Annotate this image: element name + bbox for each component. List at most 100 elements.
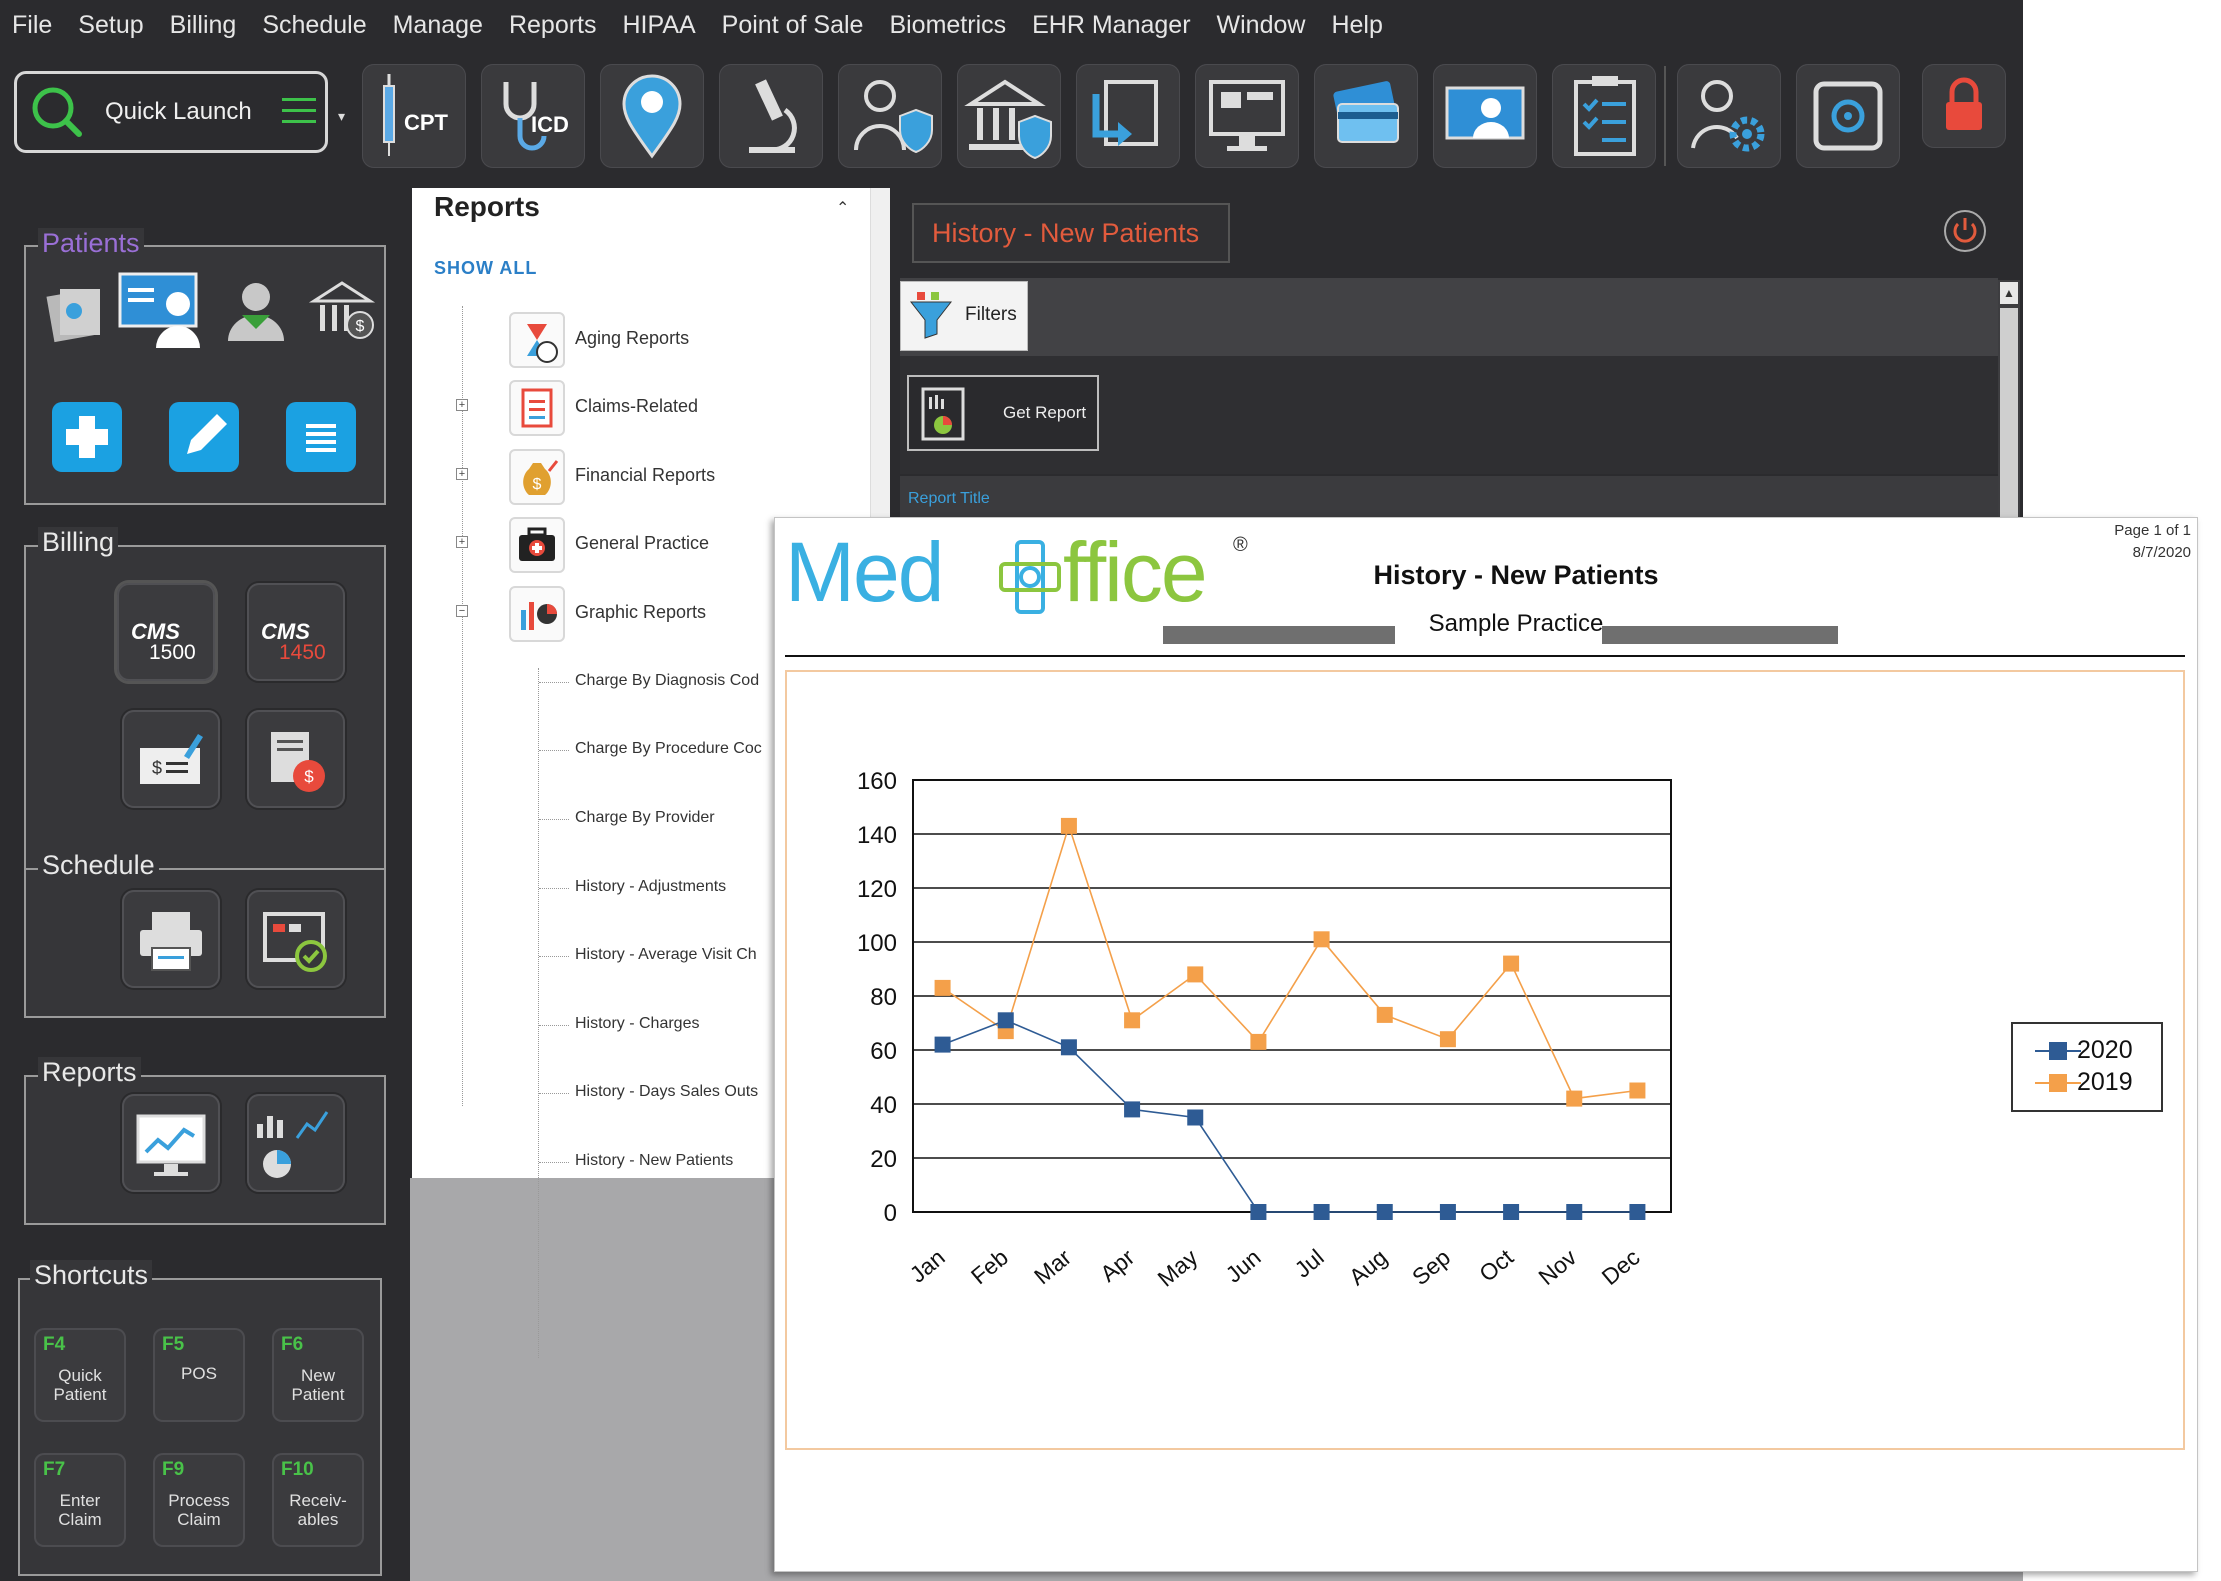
appointment-confirm-button[interactable]	[247, 890, 345, 988]
payment-cards-button[interactable]	[1314, 64, 1418, 168]
tree-leaf[interactable]: History - Charges	[575, 1015, 699, 1033]
y-tick-label: 160	[857, 768, 897, 795]
patient-billing-icon[interactable]: $	[308, 275, 378, 345]
data-point-2020	[997, 1012, 1014, 1029]
shortcut-process-claim[interactable]: F9 Process Claim	[153, 1453, 245, 1547]
dropdown-caret-icon[interactable]: ▾	[338, 108, 345, 125]
tree-leaf[interactable]: Charge By Provider	[575, 809, 715, 827]
tree-leaf[interactable]: Charge By Diagnosis Cod	[575, 672, 759, 690]
quick-launch-button[interactable]: Quick Launch	[14, 71, 328, 153]
x-tick-label: Sep	[1407, 1244, 1455, 1290]
billing-settings-button[interactable]: $	[247, 710, 345, 808]
monitor-dashboard-button[interactable]	[1195, 64, 1299, 168]
get-report-button[interactable]: Get Report	[907, 375, 1099, 451]
collapse-icon[interactable]: ⌃	[836, 198, 849, 218]
monitor-chart-icon	[136, 1114, 206, 1176]
patient-profile-icon[interactable]	[222, 275, 290, 345]
provider-card-button[interactable]	[1433, 64, 1537, 168]
y-tick-label: 0	[884, 1200, 897, 1227]
patient-card-button[interactable]	[116, 270, 212, 348]
security-user-button[interactable]	[838, 64, 942, 168]
tree-item-general-practice[interactable]: General Practice	[575, 533, 709, 554]
shortcut-quick-patient[interactable]: F4 Quick Patient	[34, 1328, 126, 1422]
x-tick-label: Apr	[1095, 1244, 1139, 1287]
power-icon[interactable]	[1942, 208, 1988, 254]
collapse-node-icon[interactable]: −	[456, 605, 468, 617]
menu-billing[interactable]: Billing	[157, 11, 250, 40]
tree-item-graphic-reports[interactable]: Graphic Reports	[575, 602, 706, 623]
vault-button[interactable]	[1796, 64, 1900, 168]
x-tick-label: Nov	[1533, 1244, 1581, 1291]
menu-schedule[interactable]: Schedule	[249, 11, 379, 40]
shortcut-label: New Patient	[291, 1366, 345, 1404]
filters-button[interactable]: Filters	[900, 281, 1028, 351]
menu-ehr-manager[interactable]: EHR Manager	[1019, 11, 1203, 40]
scroll-up-icon[interactable]: ▲	[2000, 282, 2018, 304]
patient-documents-icon[interactable]	[40, 275, 110, 345]
tree-leaf[interactable]: History - Days Sales Outs	[575, 1083, 758, 1101]
show-all-link[interactable]: SHOW ALL	[434, 258, 537, 279]
tree-leaf[interactable]: Charge By Procedure Coc	[575, 740, 762, 758]
report-title: History - New Patients	[1373, 560, 1659, 590]
shortcut-new-patient[interactable]: F6 New Patient	[272, 1328, 364, 1422]
svg-text:$: $	[152, 758, 162, 778]
shortcut-receivables[interactable]: F10 Receiv-ables	[272, 1453, 364, 1547]
menu-window[interactable]: Window	[1204, 11, 1319, 40]
filters-label: Filters	[965, 304, 1017, 325]
menu-bar: File Setup Billing Schedule Manage Repor…	[0, 0, 2023, 50]
menu-manage[interactable]: Manage	[380, 11, 496, 40]
tree-item-claims-related[interactable]: Claims-Related	[575, 396, 698, 417]
menu-reports[interactable]: Reports	[496, 11, 610, 40]
user-settings-button[interactable]	[1677, 64, 1781, 168]
icd-button[interactable]: ICD	[481, 64, 585, 168]
cms1450-label: 1450	[279, 641, 326, 664]
tree-item-aging-reports[interactable]: Aging Reports	[575, 328, 689, 349]
print-schedule-button[interactable]	[122, 890, 220, 988]
shortcuts-group-label: Shortcuts	[30, 1260, 153, 1291]
cpt-button[interactable]: CPT	[362, 64, 466, 168]
legend-swatch	[2049, 1042, 2067, 1060]
shortcut-key: F5	[162, 1334, 185, 1355]
patients-group-label: Patients	[38, 228, 144, 259]
x-tick-label: Jun	[1221, 1244, 1266, 1288]
shortcut-pos[interactable]: F5 POS	[153, 1328, 245, 1422]
expand-icon[interactable]: +	[456, 399, 468, 411]
pencil-icon	[187, 414, 227, 454]
cms1500-button[interactable]: CMS 1500	[117, 583, 215, 681]
tree-leaf[interactable]: History - Adjustments	[575, 878, 726, 896]
edit-patient-button[interactable]	[169, 402, 239, 472]
tree-guide-line-sub	[538, 668, 540, 1358]
cms1450-button[interactable]: CMS 1450	[247, 583, 345, 681]
graphic-reports-button[interactable]	[247, 1094, 345, 1192]
data-point-2020	[1376, 1204, 1393, 1220]
tree-leaf[interactable]: History - Average Visit Ch	[575, 946, 757, 964]
menu-setup[interactable]: Setup	[65, 11, 156, 40]
x-tick-label: Dec	[1597, 1244, 1645, 1290]
shortcut-key: F6	[281, 1334, 304, 1355]
patient-card-icon	[118, 272, 200, 348]
shortcut-enter-claim[interactable]: F7 Enter Claim	[34, 1453, 126, 1547]
data-point-2019	[1439, 1031, 1456, 1048]
lab-button[interactable]	[719, 64, 823, 168]
patient-list-button[interactable]	[286, 402, 356, 472]
reports-dashboard-button[interactable]	[122, 1094, 220, 1192]
location-button[interactable]	[600, 64, 704, 168]
menu-biometrics[interactable]: Biometrics	[876, 11, 1019, 40]
reports-tree-title: Reports	[434, 191, 540, 222]
import-button[interactable]	[1076, 64, 1180, 168]
expand-icon[interactable]: +	[456, 468, 468, 480]
lock-button[interactable]	[1922, 64, 2006, 148]
shortcut-key: F4	[43, 1334, 66, 1355]
tree-leaf-selected[interactable]: History - New Patients	[575, 1152, 733, 1170]
microscope-icon	[749, 79, 797, 153]
expand-icon[interactable]: +	[456, 536, 468, 548]
tree-item-financial-reports[interactable]: Financial Reports	[575, 465, 715, 486]
menu-file[interactable]: File	[0, 11, 65, 40]
menu-hipaa[interactable]: HIPAA	[610, 11, 709, 40]
payment-entry-button[interactable]: $	[122, 710, 220, 808]
add-patient-button[interactable]	[52, 402, 122, 472]
menu-point-of-sale[interactable]: Point of Sale	[709, 11, 877, 40]
menu-help[interactable]: Help	[1318, 11, 1395, 40]
bank-button[interactable]	[957, 64, 1061, 168]
checklist-button[interactable]	[1552, 64, 1656, 168]
